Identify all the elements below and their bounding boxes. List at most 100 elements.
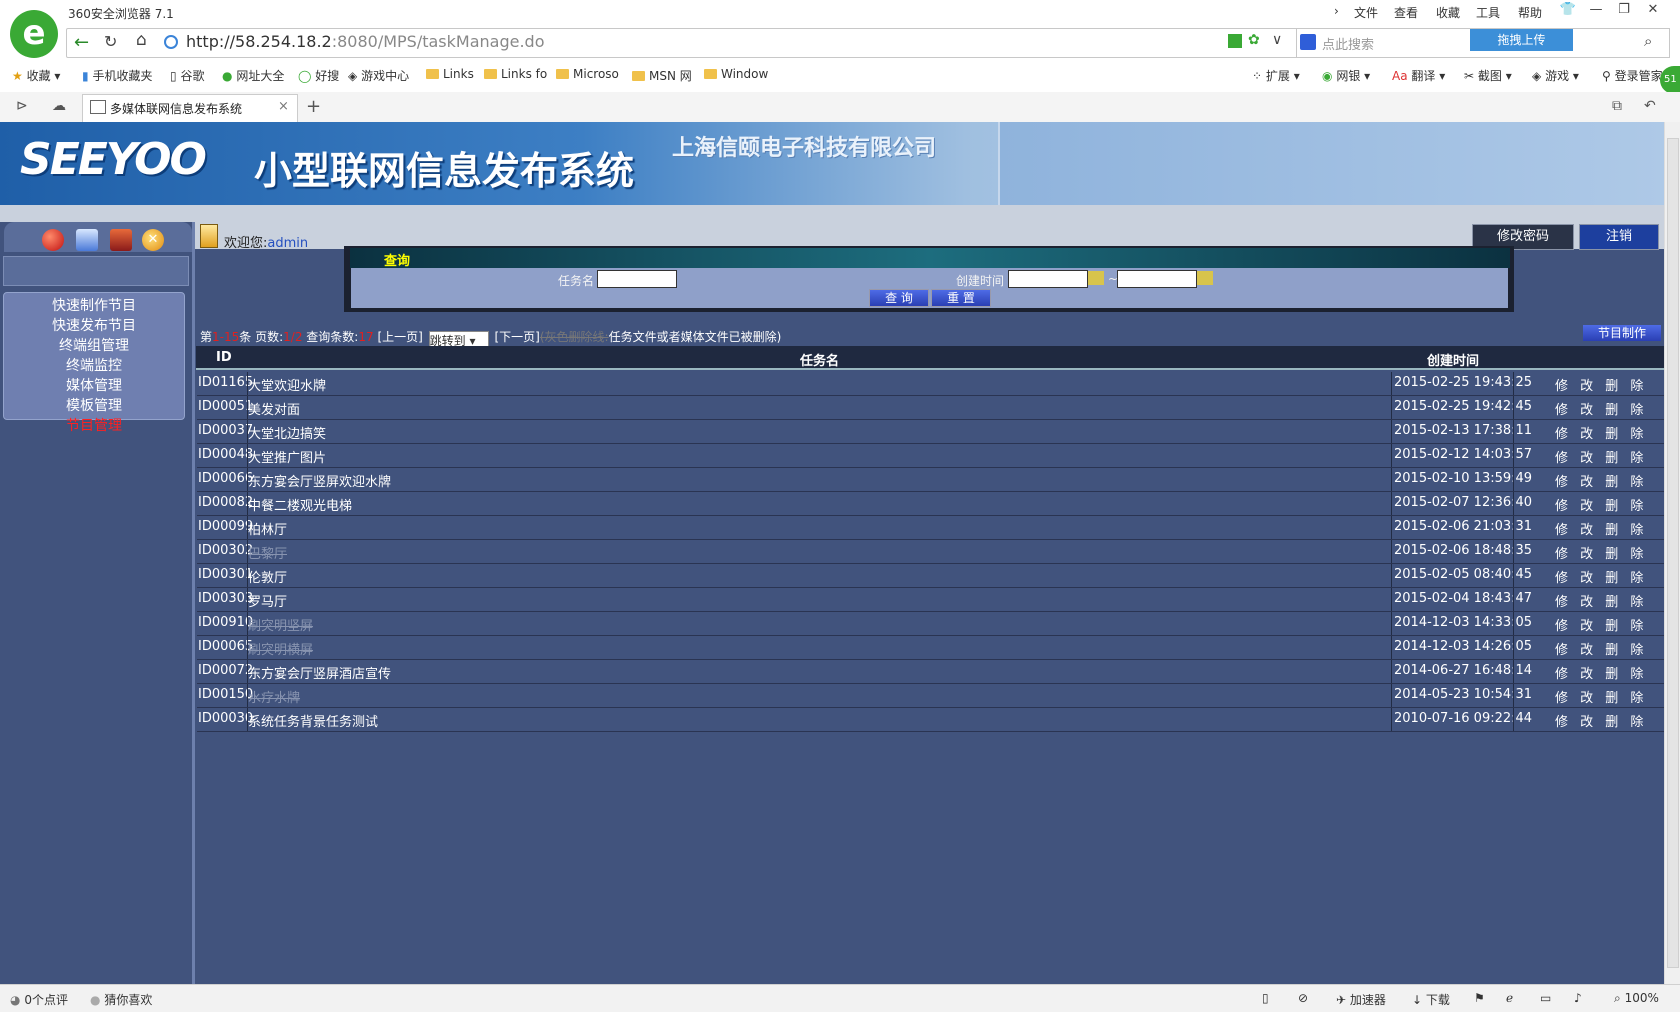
fav-sites[interactable]: ● 网址大全 (222, 67, 284, 84)
window-icon[interactable]: ▭ (1540, 991, 1551, 1005)
row-actions[interactable]: 修 改 删 除 (1555, 423, 1647, 442)
tab-close-icon[interactable]: × (278, 99, 289, 114)
sidebar-tab-window-icon[interactable] (76, 229, 98, 251)
calendar-icon[interactable] (1088, 271, 1104, 285)
cloud-icon[interactable]: ☁ (52, 98, 66, 114)
fav-mobile[interactable]: ▮ 手机收藏夹 (82, 67, 152, 84)
ie-mode-icon[interactable]: ⊘ (1298, 991, 1308, 1005)
sidebar-tab-close-icon[interactable]: ✕ (142, 229, 164, 251)
row-actions[interactable]: 修 改 删 除 (1555, 567, 1647, 586)
sidebar-item-quick-make[interactable]: 快速制作节目 (4, 295, 184, 315)
scrollbar-thumb[interactable] (1667, 138, 1679, 968)
row-actions[interactable]: 修 改 删 除 (1555, 591, 1647, 610)
recommend-status[interactable]: ● 猜你喜欢 (90, 991, 152, 1008)
new-tab-button[interactable]: + (306, 96, 321, 117)
tool-translate[interactable]: Aa 翻译 ▾ (1392, 67, 1445, 84)
download-status[interactable]: ↓ 下载 (1412, 991, 1450, 1008)
reset-button[interactable]: 重 置 (931, 289, 991, 307)
compat-leaf-icon[interactable]: ✿ (1248, 32, 1260, 48)
row-actions[interactable]: 修 改 删 除 (1555, 375, 1647, 394)
row-actions[interactable]: 修 改 删 除 (1555, 615, 1647, 634)
end-date-input[interactable] (1117, 270, 1197, 288)
cell-task-name[interactable]: 水疗水牌 (248, 687, 300, 706)
undo-close-icon[interactable]: ↶ (1644, 98, 1656, 114)
fav-windows[interactable]: Window (704, 67, 768, 81)
search-button[interactable]: 查 询 (869, 289, 929, 307)
cell-task-name[interactable]: 罗马厅 (248, 591, 287, 610)
fav-msn[interactable]: MSN 网 (632, 67, 692, 84)
cell-task-name[interactable]: 东方宴会厅竖屏酒店宣传 (248, 663, 391, 682)
back-icon[interactable]: ← (74, 32, 89, 53)
sidebar-tab-box-icon[interactable] (110, 229, 132, 251)
drag-upload-button[interactable]: 拖拽上传 (1470, 29, 1573, 51)
cell-task-name[interactable]: 系统任务背景任务测试 (248, 711, 378, 730)
cell-task-name[interactable]: 柏林厅 (248, 519, 287, 538)
calendar-icon[interactable] (1197, 271, 1213, 285)
fav-links[interactable]: Links (426, 67, 474, 81)
menu-file[interactable]: 文件 (1354, 4, 1378, 21)
maximize-button[interactable]: ❐ (1611, 2, 1637, 22)
row-actions[interactable]: 修 改 删 除 (1555, 663, 1647, 682)
restore-tab-icon[interactable]: ⧉ (1612, 98, 1622, 114)
fav-links-fo[interactable]: Links fo (484, 67, 547, 81)
cell-task-name[interactable]: 刷突明坚屏 (248, 615, 313, 634)
refresh-icon[interactable]: ↻ (104, 32, 117, 51)
home-icon[interactable]: ⌂ (136, 30, 147, 50)
row-actions[interactable]: 修 改 删 除 (1555, 711, 1647, 730)
row-actions[interactable]: 修 改 删 除 (1555, 687, 1647, 706)
cell-task-name[interactable]: 东方宴会厅竖屏欢迎水牌 (248, 471, 391, 490)
menu-view[interactable]: 查看 (1394, 4, 1418, 21)
sidebar-item-terminal-monitor[interactable]: 终端监控 (4, 355, 184, 375)
speed-ball-icon[interactable]: 51 (1660, 66, 1680, 94)
mobile-icon[interactable]: ▯ (1262, 991, 1269, 1005)
row-actions[interactable]: 修 改 删 除 (1555, 399, 1647, 418)
url-text[interactable]: http://58.254.18.2:8080/MPS/taskManage.d… (186, 32, 544, 51)
row-actions[interactable]: 修 改 删 除 (1555, 519, 1647, 538)
row-actions[interactable]: 修 改 删 除 (1555, 495, 1647, 514)
start-date-input[interactable] (1008, 270, 1088, 288)
cell-task-name[interactable]: 大堂推广图片 (248, 447, 326, 466)
next-page-link[interactable]: [下一页] (494, 330, 539, 344)
search-placeholder[interactable]: 点此搜索 (1322, 34, 1374, 53)
fav-google[interactable]: ▯ 谷歌 (170, 67, 204, 84)
program-make-button[interactable]: 节目制作 (1583, 325, 1661, 341)
ie-icon[interactable]: ℯ (1506, 991, 1513, 1005)
menu-chevron-icon[interactable]: › (1334, 4, 1339, 18)
search-icon[interactable]: ⌕ (1644, 32, 1652, 50)
fav-collect[interactable]: ★ 收藏 ▾ (12, 67, 60, 84)
sidebar-item-terminal-groups[interactable]: 终端组管理 (4, 335, 184, 355)
cell-task-name[interactable]: 伦敦厅 (248, 567, 287, 586)
cell-task-name[interactable]: 中餐二楼观光电梯 (248, 495, 352, 514)
fav-haosou[interactable]: ◯ 好搜 (298, 67, 339, 84)
sidebar-toggle-icon[interactable]: ⊳ (16, 98, 28, 114)
tool-games[interactable]: ◈ 游戏 ▾ (1532, 67, 1579, 84)
row-actions[interactable]: 修 改 删 除 (1555, 543, 1647, 562)
sidebar-item-quick-publish[interactable]: 快速发布节目 (4, 315, 184, 335)
prev-page-link[interactable]: [上一页] (377, 330, 422, 344)
tool-screenshot[interactable]: ✂ 截图 ▾ (1464, 67, 1512, 84)
fav-games[interactable]: ◈ 游戏中心 (348, 67, 409, 84)
cell-task-name[interactable]: 刷突明横屏 (248, 639, 313, 658)
flag-icon[interactable]: ⚑ (1474, 991, 1485, 1005)
menu-help[interactable]: 帮助 (1518, 4, 1542, 21)
sidebar-tab-red-icon[interactable] (42, 229, 64, 251)
close-window-button[interactable]: ✕ (1640, 2, 1666, 22)
minimize-button[interactable]: — (1583, 2, 1609, 22)
tool-login[interactable]: ⚲ 登录管家 (1602, 67, 1663, 84)
task-name-input[interactable] (597, 270, 677, 288)
search-engine-icon[interactable] (1300, 34, 1316, 50)
qr-icon[interactable] (1228, 34, 1242, 48)
cell-task-name[interactable]: 大堂北边搞笑 (248, 423, 326, 442)
cell-task-name[interactable]: 大堂欢迎水牌 (248, 375, 326, 394)
fav-microsoft[interactable]: Microso (556, 67, 619, 81)
row-actions[interactable]: 修 改 删 除 (1555, 447, 1647, 466)
menu-tools[interactable]: 工具 (1476, 4, 1500, 21)
menu-favorites[interactable]: 收藏 (1436, 4, 1460, 21)
row-actions[interactable]: 修 改 删 除 (1555, 639, 1647, 658)
sidebar-item-programs[interactable]: 节目管理 (4, 415, 184, 435)
volume-icon[interactable]: ♪ (1574, 991, 1582, 1005)
accelerator-status[interactable]: ✈ 加速器 (1336, 991, 1386, 1008)
sidebar-item-templates[interactable]: 模板管理 (4, 395, 184, 415)
address-dropdown-icon[interactable]: ∨ (1272, 32, 1282, 48)
zoom-status[interactable]: ⌕ 100% (1614, 991, 1659, 1006)
